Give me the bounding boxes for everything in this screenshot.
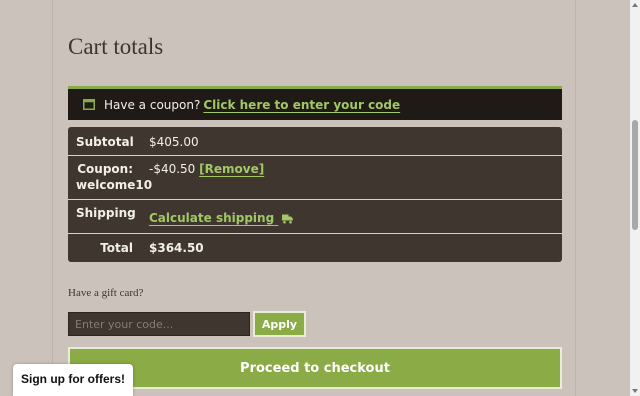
- page-scrollbar[interactable]: [630, 0, 640, 396]
- calculate-shipping-link[interactable]: Calculate shipping: [149, 211, 294, 225]
- scroll-down-icon[interactable]: [632, 389, 638, 393]
- remove-coupon-link[interactable]: [Remove]: [199, 162, 264, 176]
- calculate-shipping-label: Calculate shipping: [149, 211, 275, 225]
- subtotal-row: Subtotal $405.00: [68, 127, 562, 156]
- page: Cart totals Have a coupon? Click here to…: [0, 0, 630, 396]
- coupon-row: Coupon: welcome10 -$40.50 [Remove]: [68, 155, 562, 200]
- total-value: $364.50: [149, 241, 204, 255]
- gift-card-input[interactable]: [68, 312, 250, 336]
- proceed-to-checkout-button[interactable]: Proceed to checkout: [68, 347, 562, 389]
- content-border-left: [52, 0, 53, 396]
- signup-offers-button[interactable]: Sign up for offers!: [13, 364, 133, 396]
- apply-gift-card-button[interactable]: Apply: [253, 311, 306, 337]
- total-label: Total: [100, 241, 133, 255]
- shipping-label: Shipping: [76, 206, 136, 220]
- coupon-discount-value: -$40.50: [149, 162, 196, 176]
- coupon-prompt-text: Have a coupon?: [104, 97, 201, 112]
- scroll-up-icon[interactable]: [632, 3, 638, 7]
- totals-table: Subtotal $405.00 Coupon: welcome10 -$40.…: [68, 127, 562, 262]
- gift-card-label: Have a gift card?: [68, 287, 144, 299]
- subtotal-label: Subtotal: [76, 135, 134, 149]
- truck-icon: [282, 214, 294, 224]
- coupon-icon: [83, 99, 95, 110]
- coupon-notice: Have a coupon? Click here to enter your …: [68, 86, 562, 120]
- enter-coupon-link[interactable]: Click here to enter your code: [203, 98, 400, 112]
- cart-totals-title: Cart totals: [68, 34, 164, 59]
- coupon-code: welcome10: [76, 178, 153, 192]
- scrollbar-thumb[interactable]: [632, 120, 638, 230]
- subtotal-value: $405.00: [149, 135, 199, 149]
- content-border-right: [575, 0, 576, 396]
- total-row: Total $364.50: [68, 233, 562, 262]
- shipping-row: Shipping Calculate shipping: [68, 199, 562, 234]
- coupon-label: Coupon:: [77, 162, 133, 176]
